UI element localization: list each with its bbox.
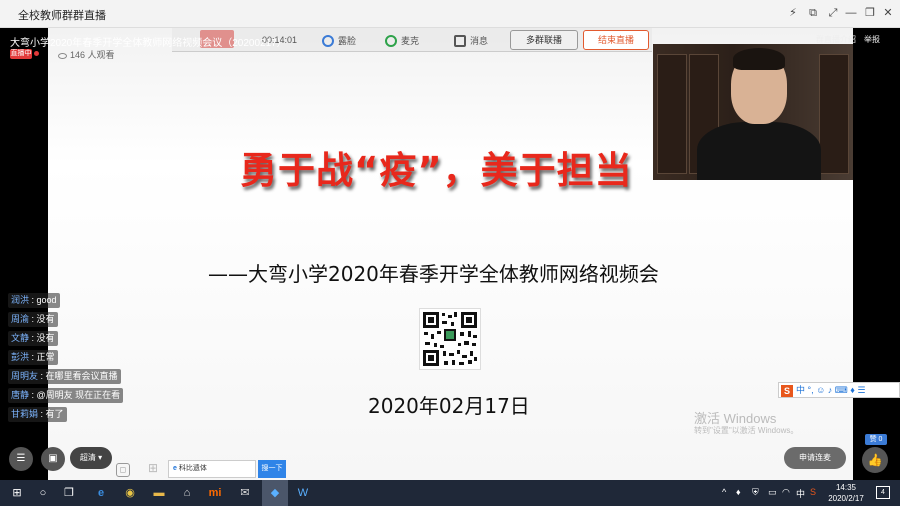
start-icon[interactable]: ⊞: [8, 484, 26, 502]
slide-meeting-title: ——大弯小学2020年春季开学全体教师网络视频会: [208, 262, 659, 286]
end-live-button[interactable]: 结束直播: [583, 30, 649, 50]
live-badge: 直播中: [10, 49, 32, 59]
chat-text: good: [36, 295, 57, 305]
chat-text: 正常: [36, 352, 55, 362]
chat-toggle-button[interactable]: ☰: [9, 447, 33, 471]
chat-user[interactable]: 唐静: [11, 390, 29, 400]
qr-code: [419, 308, 481, 370]
minimize-button[interactable]: —: [844, 6, 858, 20]
chat-user[interactable]: 润洪: [11, 295, 29, 305]
screenshot-icon[interactable]: ◻: [116, 463, 130, 477]
webcam-feed: [653, 44, 853, 180]
edge-icon[interactable]: e: [92, 484, 110, 502]
presenter-body: [697, 122, 821, 180]
bookshelf-right: [819, 54, 849, 174]
chat-message: 甘莉娟 : 有了: [8, 407, 67, 422]
notification-center-button[interactable]: 4: [876, 486, 890, 499]
live-dot-icon: [34, 51, 39, 56]
camera-label: 露脸: [338, 36, 357, 46]
chat-message: 周渝 : 没有: [8, 312, 58, 327]
ime-toolbar[interactable]: S中 °, ☺ ♪ ⌨ ♦ ☰: [778, 382, 900, 398]
ime-items: 中 °, ☺ ♪ ⌨ ♦ ☰: [796, 385, 866, 395]
chat-text: 在哪里看会议直播: [45, 371, 118, 381]
tray-app-icon[interactable]: ♦: [736, 487, 741, 497]
mi-icon[interactable]: mi: [206, 484, 224, 502]
chat-text: 没有: [36, 314, 55, 324]
file-explorer-icon[interactable]: ▬: [150, 484, 168, 502]
camera-button[interactable]: 露脸: [322, 34, 356, 47]
clock-time: 14:35: [835, 483, 857, 492]
slide-slogan: 勇于战“疫”，美于担当: [240, 149, 633, 192]
expand-icon[interactable]: ⤢: [826, 6, 840, 20]
mic-label: 麦克: [401, 36, 420, 46]
chat-message: 周明友 : 在哪里看会议直播: [8, 369, 121, 384]
mic-button[interactable]: 麦克: [385, 34, 419, 47]
ie-icon: e: [173, 465, 177, 472]
report-link[interactable]: 举报: [864, 34, 880, 45]
messages-button[interactable]: 消息: [454, 34, 488, 47]
apply-mic-button[interactable]: 申请连麦: [784, 447, 846, 469]
store-icon[interactable]: ⌂: [178, 484, 196, 502]
close-button[interactable]: ✕: [881, 6, 895, 20]
viewer-count-text: 146 人观看: [70, 50, 115, 60]
title-bar: 全校教师群群直播 ⚡ ⧉ ⤢ — ❐ ✕: [0, 0, 900, 28]
chat-message: 润洪 : good: [8, 293, 60, 308]
share-screen-button[interactable]: ▣: [41, 447, 65, 471]
camera-icon: [322, 34, 334, 47]
chat-message: 文静 : 没有: [8, 331, 58, 346]
like-button[interactable]: 👍: [862, 447, 888, 473]
presenter-hair: [733, 48, 785, 70]
taskbar-clock[interactable]: 14:35 2020/2/17: [826, 482, 866, 504]
wifi-icon[interactable]: ◠: [782, 487, 790, 498]
shield-icon[interactable]: ⛨: [752, 487, 759, 498]
pin-icon[interactable]: ⚡: [786, 6, 800, 20]
like-count-badge: 赞 0: [865, 434, 887, 445]
restore-button[interactable]: ❐: [863, 6, 877, 20]
viewer-count: 146 人观看: [58, 48, 115, 61]
chat-text: @周明友 现在正在看: [36, 390, 121, 400]
tray-expand-icon[interactable]: ^: [722, 487, 726, 497]
mail-icon[interactable]: ✉: [236, 484, 254, 502]
stream-title: 大弯小学2020年春季开学全体教师网络视频会议（20200217）: [10, 38, 287, 49]
message-icon: [454, 34, 466, 47]
network-icon[interactable]: ▭: [768, 487, 777, 498]
chrome-icon[interactable]: ◉: [121, 484, 139, 502]
chat-message: 唐静 : @周明友 现在正在看: [8, 388, 124, 403]
multi-group-button[interactable]: 多群联播: [510, 30, 578, 50]
activate-windows-hint: 转到"设置"以激活 Windows。: [694, 426, 799, 435]
thumbs-up-icon: 👍: [867, 453, 883, 467]
sogou-ime-icon: S: [781, 384, 793, 397]
qr-code-graphic: [423, 312, 477, 366]
search-circle-icon[interactable]: ○: [34, 484, 52, 502]
quality-select[interactable]: 超清 ▾: [70, 447, 112, 469]
bookshelf-left: [657, 54, 687, 174]
screen-icon: ▣: [48, 453, 58, 464]
search-input[interactable]: e 科比遗体: [168, 460, 256, 478]
chat-user[interactable]: 文静: [11, 333, 29, 343]
dingtalk-icon[interactable]: ◆: [266, 484, 284, 502]
eye-icon: [58, 52, 67, 59]
slide-date: 2020年02月17日: [368, 394, 530, 418]
search-button[interactable]: 搜一下: [258, 460, 286, 478]
chat-message: 彭洪 : 正常: [8, 350, 58, 365]
messages-label: 消息: [470, 36, 489, 46]
language-indicator[interactable]: 中: [796, 487, 805, 500]
pip-icon[interactable]: ⧉: [806, 6, 820, 20]
apps-icon[interactable]: ⊞: [146, 462, 160, 476]
chat-icon: ☰: [16, 453, 26, 464]
chat-text: 没有: [36, 333, 55, 343]
chat-user[interactable]: 甘莉娟: [11, 409, 38, 419]
chat-user[interactable]: 周明友: [11, 371, 38, 381]
chat-user[interactable]: 彭洪: [11, 352, 29, 362]
mic-icon: [385, 34, 397, 47]
window-title: 全校教师群群直播: [18, 10, 106, 22]
chat-text: 有了: [45, 409, 64, 419]
wps-icon[interactable]: W: [294, 484, 312, 502]
clock-date: 2020/2/17: [828, 494, 864, 503]
app-window: 全校教师群群直播 ⚡ ⧉ ⤢ — ❐ ✕ 00:14:01 露脸 麦克 消息 多…: [0, 0, 900, 506]
task-view-icon[interactable]: ❐: [60, 484, 78, 502]
sogou-tray-icon[interactable]: S: [810, 487, 816, 497]
search-text: 科比遗体: [178, 465, 207, 472]
chat-user[interactable]: 周渝: [11, 314, 29, 324]
